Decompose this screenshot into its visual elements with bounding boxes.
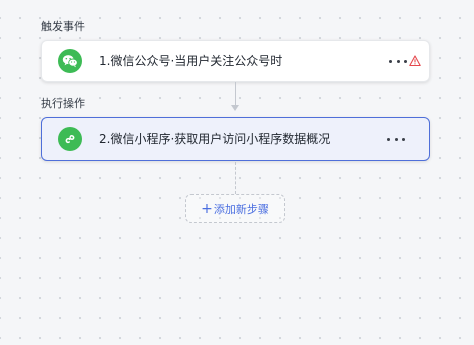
wechat-icon	[58, 49, 82, 73]
trigger-card[interactable]: 1.微信公众号·当用户关注公众号时	[41, 40, 430, 82]
add-step-label: 添加新步骤	[213, 202, 269, 216]
connector-arrow-icon	[231, 105, 239, 111]
more-horizontal-icon[interactable]	[387, 131, 405, 147]
more-horizontal-icon[interactable]	[389, 53, 407, 69]
action-card-title: 2.微信小程序·获取用户访问小程序数据概况	[99, 132, 331, 146]
trigger-section-label: 触发事件	[41, 20, 85, 33]
plus-icon: +	[201, 200, 213, 217]
connector-dashed-line	[235, 162, 236, 194]
add-step-button[interactable]: + 添加新步骤	[185, 194, 285, 223]
action-card[interactable]: 2.微信小程序·获取用户访问小程序数据概况	[41, 117, 430, 161]
mini-program-icon	[58, 127, 82, 151]
trigger-card-title: 1.微信公众号·当用户关注公众号时	[99, 54, 283, 68]
action-section-label: 执行操作	[41, 97, 85, 110]
warning-triangle-icon[interactable]	[409, 55, 421, 67]
workflow-canvas[interactable]: 触发事件 1.微信公众号·当用户关注公众号时 执行操作 2.微信小程序·获取用户…	[0, 0, 474, 345]
connector-line	[235, 82, 236, 107]
